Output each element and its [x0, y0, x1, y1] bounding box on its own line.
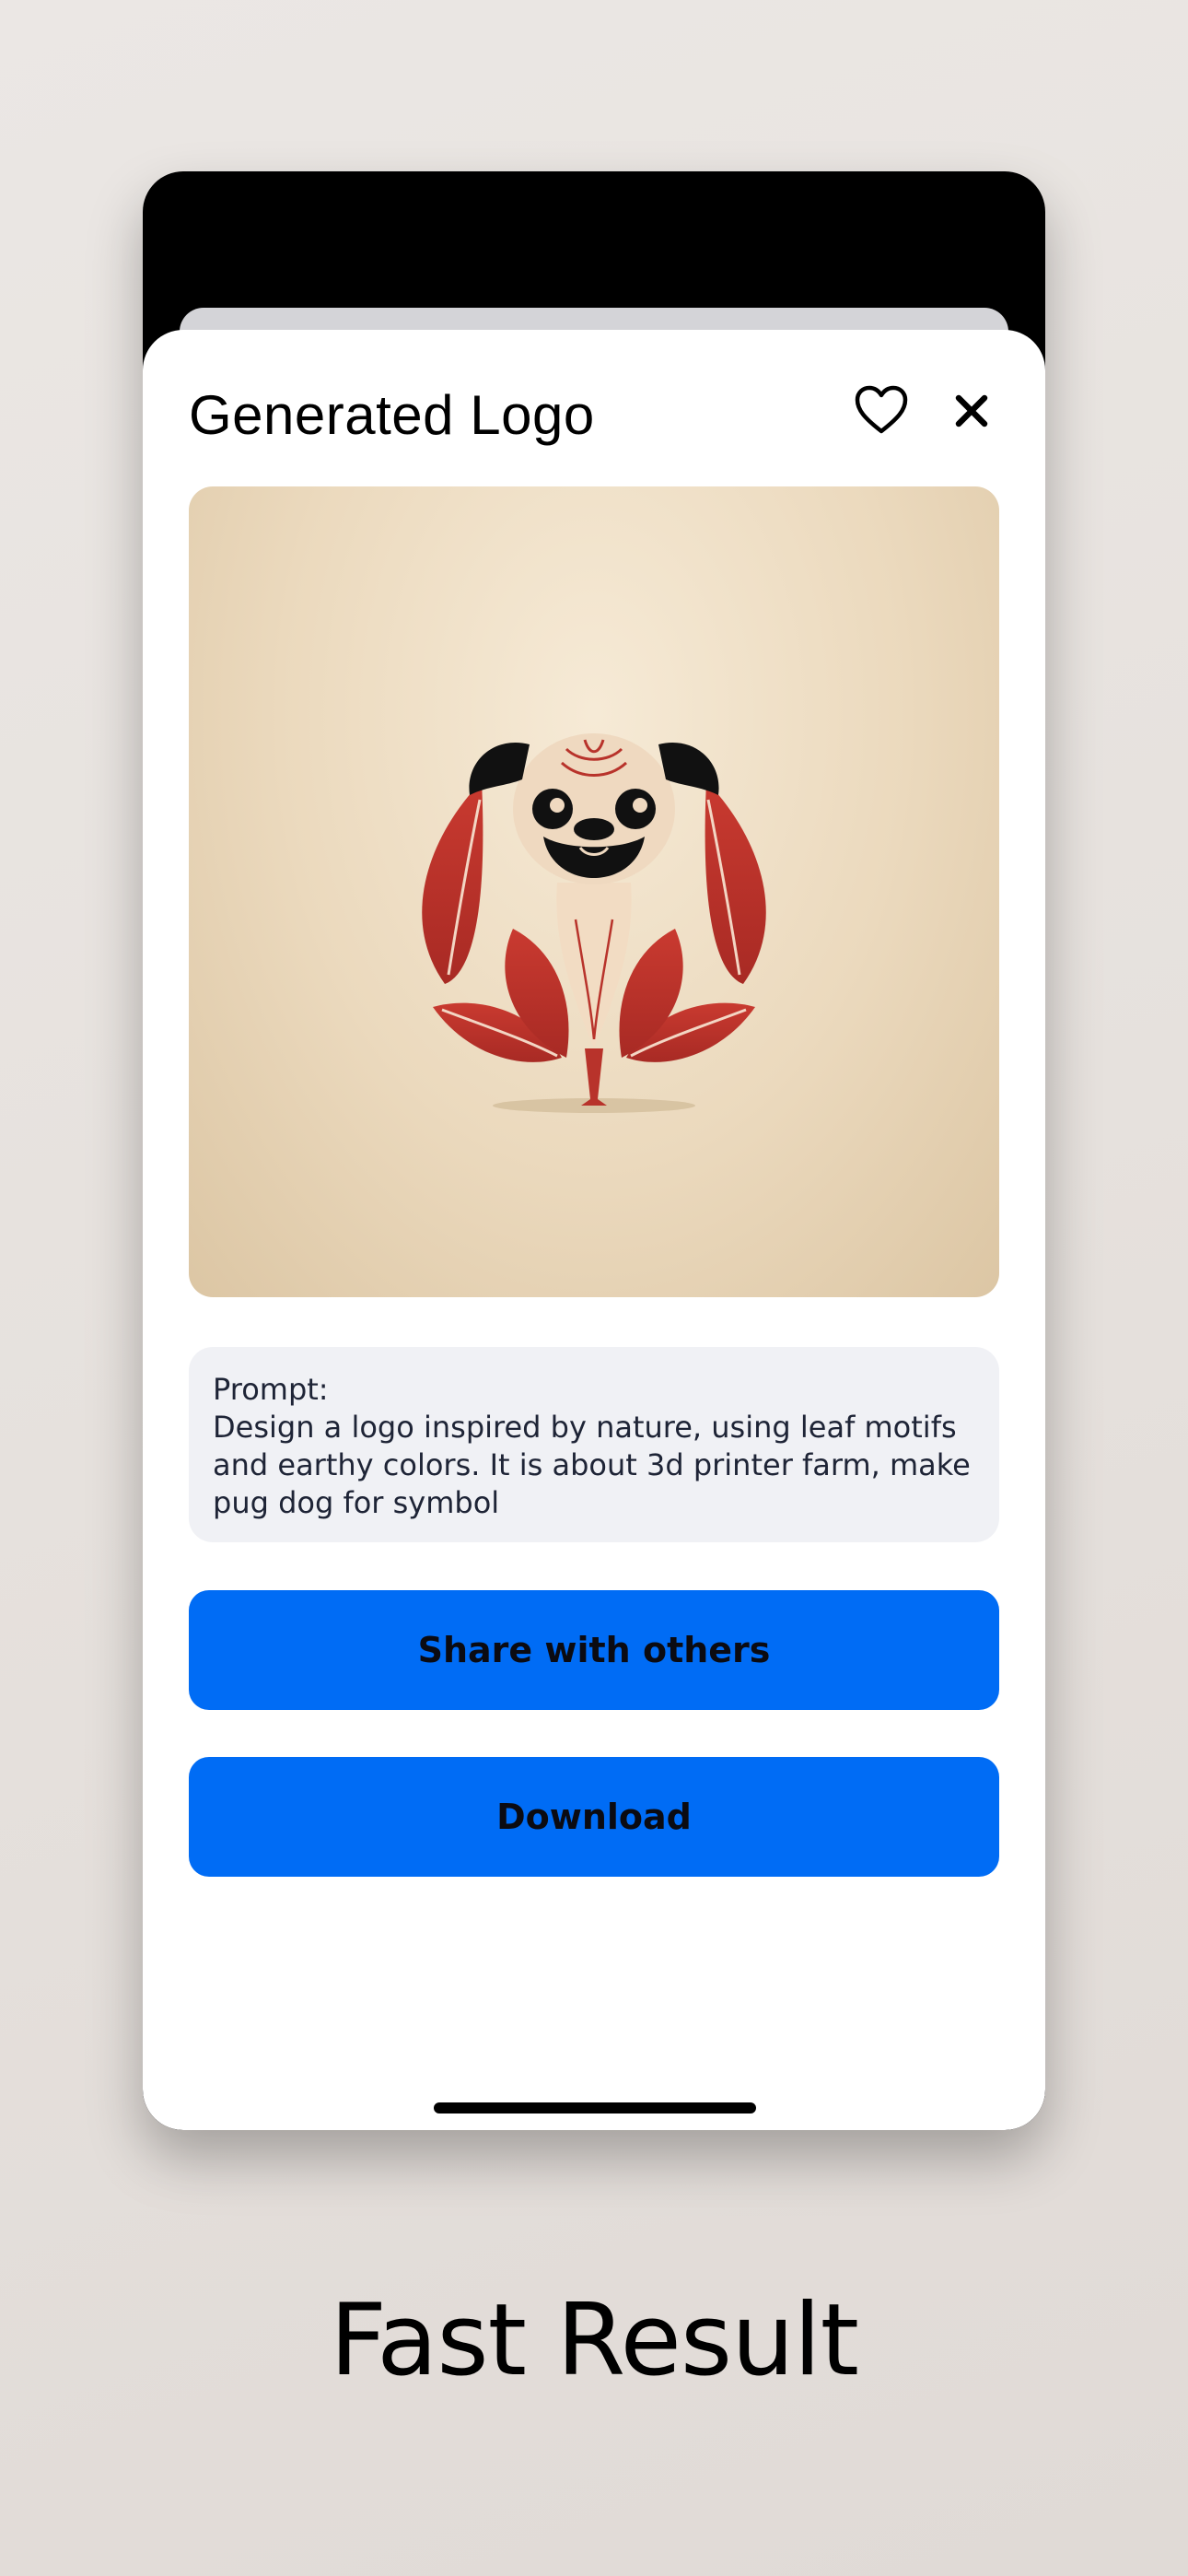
- pug-leaf-logo-illustration: [422, 733, 766, 1113]
- result-sheet: Generated Logo Prompt: Design a logo ins…: [143, 330, 1045, 2130]
- close-button[interactable]: [944, 383, 999, 439]
- heart-icon: [855, 385, 908, 434]
- prompt-panel: Prompt: Design a logo inspired by nature…: [189, 1347, 999, 1542]
- promo-caption: Fast Result: [329, 2283, 859, 2398]
- prompt-label: Prompt:: [213, 1372, 329, 1407]
- share-button[interactable]: Share with others: [189, 1590, 999, 1710]
- home-indicator[interactable]: [434, 2102, 756, 2113]
- download-button[interactable]: Download: [189, 1757, 999, 1877]
- sheet-title: Generated Logo: [189, 384, 595, 446]
- generated-logo-image: [189, 486, 999, 1297]
- prompt-text: Design a logo inspired by nature, using …: [213, 1410, 971, 1520]
- phone-frame: Generated Logo Prompt: Design a logo ins…: [143, 171, 1045, 2130]
- close-icon: [955, 394, 988, 427]
- favorite-button[interactable]: [852, 381, 911, 440]
